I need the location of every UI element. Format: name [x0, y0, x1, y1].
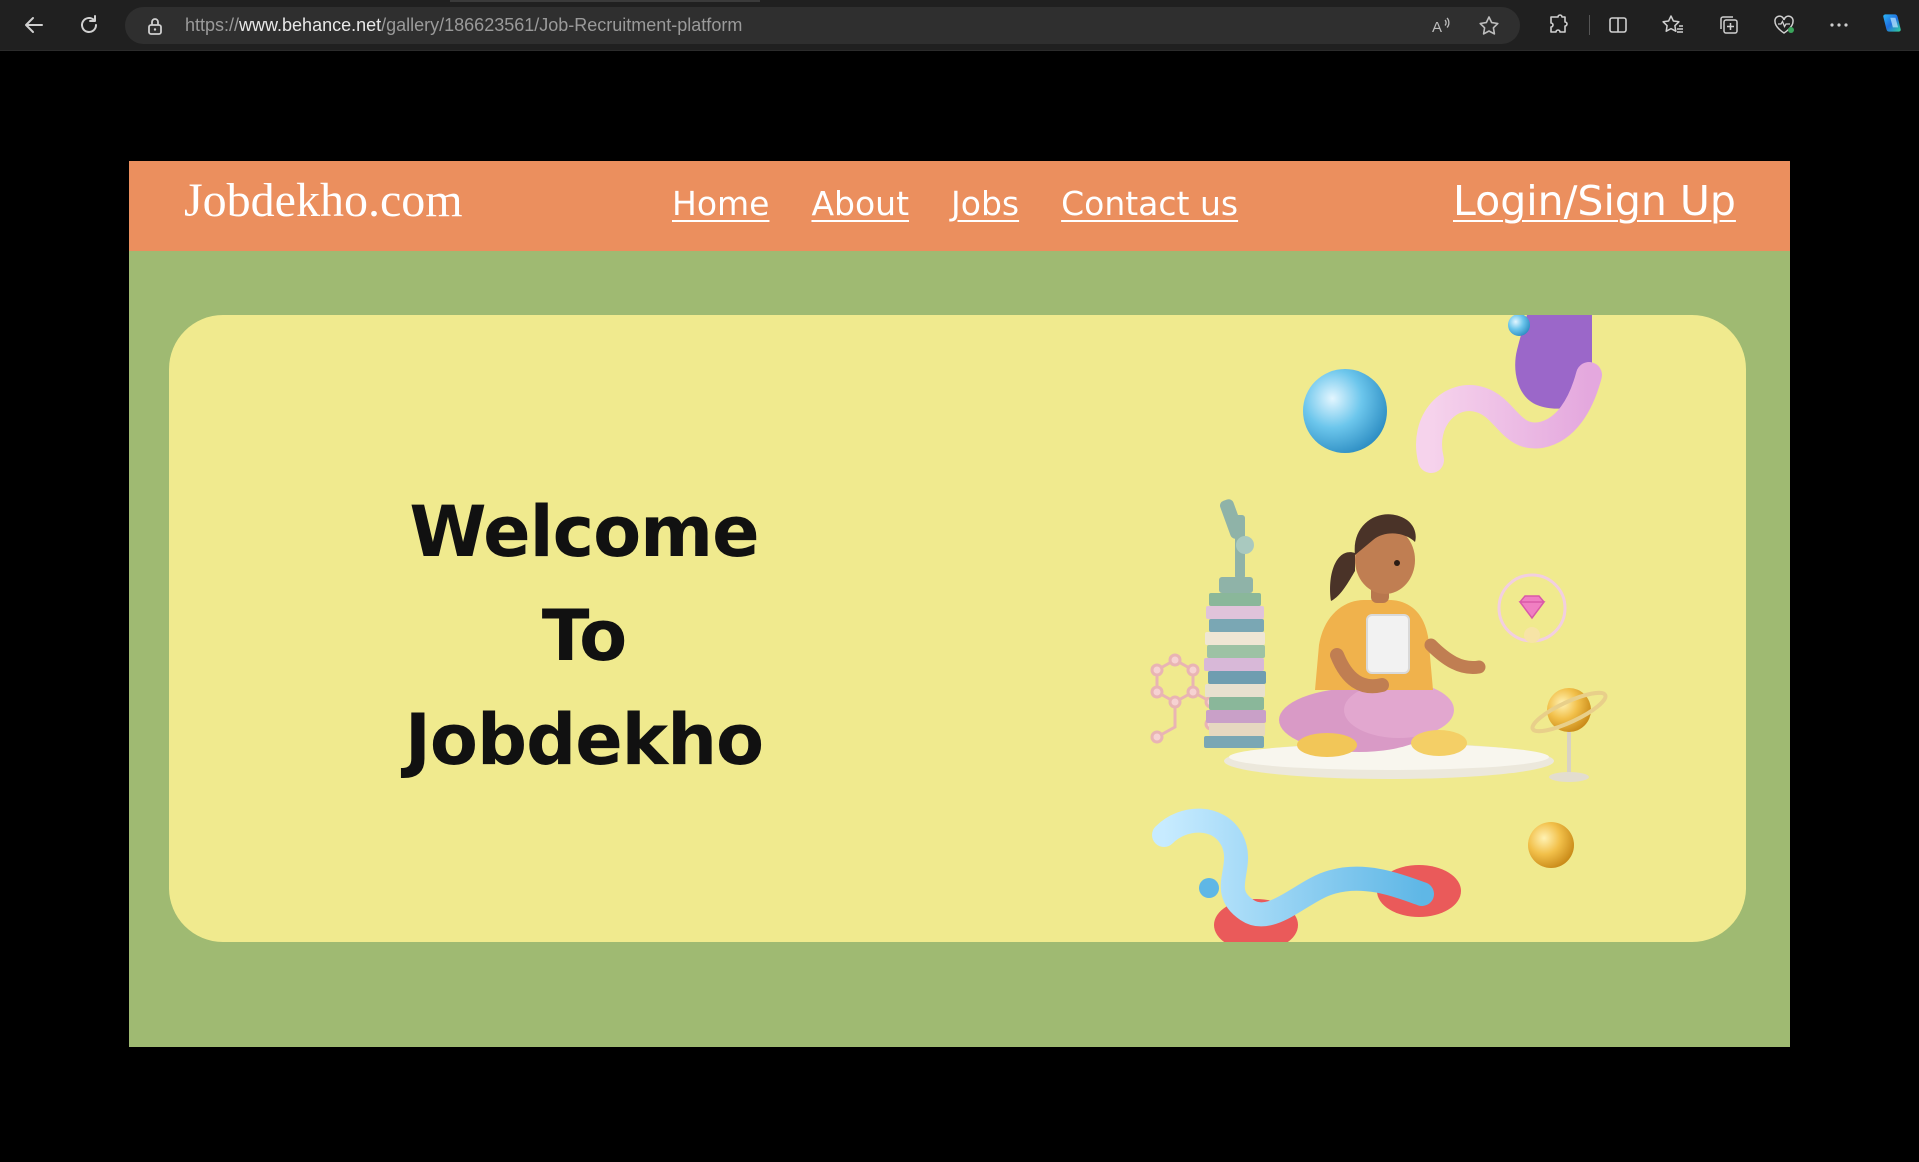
nav-home[interactable]: Home [672, 184, 769, 223]
browser-essentials-icon[interactable] [1771, 12, 1797, 38]
hero-heading: Welcome To Jobdekho [394, 480, 774, 792]
url-prefix: https:// [185, 15, 240, 35]
small-blue-ball [1508, 315, 1530, 336]
puzzle-icon[interactable] [1545, 12, 1571, 38]
nav-jobs[interactable]: Jobs [951, 184, 1019, 223]
girl-figure [1279, 514, 1486, 757]
site-logo[interactable]: Jobdekho.com [184, 161, 463, 241]
lock-icon[interactable] [147, 17, 163, 35]
url-text[interactable]: https://www.behance.net/gallery/18662356… [185, 7, 742, 44]
hero-line-welcome: Welcome [409, 491, 759, 573]
hero-line-jobdekho: Jobdekho [404, 699, 764, 781]
hero-card: Welcome To Jobdekho [169, 315, 1746, 942]
copilot-icon[interactable] [1879, 10, 1905, 36]
browser-toolbar: https://www.behance.net/gallery/18662356… [0, 0, 1919, 51]
main-nav: Home About Jobs Contact us [672, 161, 1238, 245]
gold-ball [1528, 822, 1574, 868]
url-host: www.behance.net [239, 15, 382, 35]
more-icon[interactable] [1826, 12, 1852, 38]
hero-line-to: To [541, 595, 628, 677]
hero-illustration [1150, 315, 1608, 942]
split-screen-icon[interactable] [1605, 12, 1631, 38]
refresh-icon[interactable] [74, 10, 104, 40]
microscope [1219, 499, 1254, 593]
address-bar[interactable]: https://www.behance.net/gallery/18662356… [125, 7, 1520, 44]
diamond-icon [1518, 595, 1546, 620]
star-icon[interactable] [1478, 15, 1500, 37]
blue-sphere [1303, 369, 1387, 453]
website-page: Jobdekho.com Home About Jobs Contact us … [129, 161, 1790, 1047]
login-signup-link[interactable]: Login/Sign Up [1453, 161, 1736, 241]
nav-about[interactable]: About [811, 184, 909, 223]
site-header: Jobdekho.com Home About Jobs Contact us … [129, 161, 1790, 251]
read-aloud-icon[interactable]: A [1430, 15, 1452, 37]
book-stack [1204, 593, 1266, 748]
toolbar-separator [1589, 15, 1590, 35]
favorites-icon[interactable] [1660, 12, 1686, 38]
back-arrow-icon[interactable] [19, 10, 49, 40]
active-tab-indicator [450, 0, 760, 2]
url-path: /gallery/186623561/Job-Recruitment-platf… [381, 15, 743, 35]
collections-icon[interactable] [1716, 12, 1742, 38]
svg-text:A: A [1432, 19, 1442, 36]
browser-viewport: Jobdekho.com Home About Jobs Contact us … [4, 51, 1916, 1159]
nav-contact-us[interactable]: Contact us [1061, 184, 1238, 223]
